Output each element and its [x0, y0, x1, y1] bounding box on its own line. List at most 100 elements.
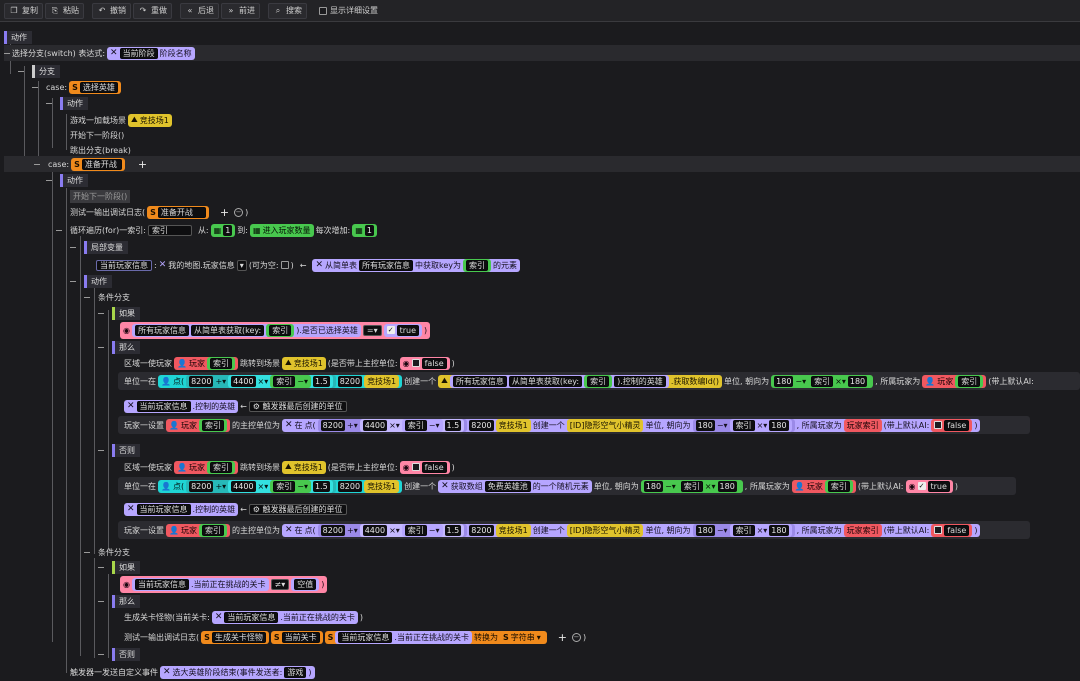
- send-event-row[interactable]: 触发器一发送自定义事件 ✕ 选大英雄阶段结束(事件发送者: 游戏): [70, 664, 315, 680]
- add-case-icon[interactable]: +: [135, 158, 150, 171]
- mul-expr[interactable]: 4400 ×▾ 索引 −▾ 1.5: [359, 523, 465, 537]
- last-created-unit[interactable]: ⚙ 触发器最后创建的单位: [248, 503, 347, 515]
- collapse-icon[interactable]: [98, 312, 104, 314]
- owner-pill[interactable]: 玩家索引: [843, 418, 882, 432]
- hero-type-pill[interactable]: ⛰ 所有玩家信息 从简单表获取(key: 索引).控制的英雄 .获取数编Id(): [438, 374, 723, 388]
- local-var-row[interactable]: 当前玩家信息 : ✕ 我的地图.玩家信息 ▾ (可为空: ) ← ✕ 从简单表 …: [96, 257, 521, 273]
- locals-row[interactable]: 局部变量: [70, 239, 128, 255]
- else2-row[interactable]: 否则: [98, 646, 140, 662]
- type-dropdown[interactable]: ▾: [236, 259, 247, 271]
- facing-pill[interactable]: 180 −▾ 索引 ×▾ 180: [692, 418, 795, 432]
- owner-pill[interactable]: 玩家索引: [843, 523, 882, 537]
- create-unit-content[interactable]: 单位一在 👤 点( 8200 +▾ 4400 ×▾ 索引 −▾ 1.5 8200 竞技场1…: [124, 373, 1034, 389]
- idx-mul[interactable]: 索引 ×▾ 180: [729, 418, 792, 432]
- else-teleport-row[interactable]: 区域一使玩家 👤 玩家 索引 跳转到场景 ⛰ 竞技场1 (是否带上主控单位: ◉ fal…: [124, 459, 455, 475]
- remove-arg-icon[interactable]: −: [234, 207, 244, 217]
- null-pill[interactable]: 空值: [291, 577, 320, 591]
- last-created-unit[interactable]: ⚙ 触发器最后创建的单位: [248, 400, 347, 412]
- switch-row[interactable]: 选择分支(switch) 表达式: ✕ 当前阶段 阶段名称: [4, 45, 1080, 61]
- x-expr[interactable]: 8200 +▾ 4400 ×▾ 索引 −▾ 1.5: [186, 479, 336, 493]
- index-pill[interactable]: 索引: [955, 374, 984, 388]
- index-pill[interactable]: 索引: [584, 374, 613, 388]
- scene-pill[interactable]: ⛰ 竞技场1: [128, 113, 172, 127]
- if2-row[interactable]: 如果: [98, 559, 140, 575]
- facing-pill[interactable]: 180 −▾ 索引 ×▾ 180: [771, 374, 874, 388]
- if-branch-2-row[interactable]: 条件分支: [84, 544, 130, 560]
- bool-pill[interactable]: false: [931, 418, 973, 432]
- player-pill[interactable]: 👤 玩家 索引: [166, 418, 230, 432]
- choose-check-pill[interactable]: 所有玩家信息 从简单表获取(key: 索引 ).是否已选择英雄: [131, 323, 361, 337]
- local-var-name[interactable]: 当前玩家信息: [96, 259, 152, 271]
- cur-level-pill[interactable]: 当前玩家信息 .当前正在挑战的关卡: [131, 577, 269, 591]
- collapse-icon[interactable]: [70, 280, 76, 282]
- x-expr[interactable]: 8200 +▾ 4400 ×▾ 索引 −▾ 1.5: [186, 374, 336, 388]
- true-checkbox[interactable]: ✓: [386, 326, 395, 334]
- idx-mul[interactable]: 索引 ×▾ 180: [729, 523, 792, 537]
- mul-expr[interactable]: 4400 ×▾ 索引 −▾ 1.5: [228, 374, 333, 388]
- bool-pill[interactable]: ◉ ✓ true: [905, 479, 953, 493]
- copy-button[interactable]: ❐ 复制: [4, 2, 43, 19]
- index-pill[interactable]: 索引: [206, 460, 235, 474]
- sprite-pill[interactable]: [ID]隐形空气小精灵: [566, 523, 644, 537]
- bool-const-pill[interactable]: ✓ true: [383, 323, 423, 337]
- idx-sub[interactable]: 索引 −▾: [401, 523, 443, 537]
- bool-pill[interactable]: false: [931, 523, 973, 537]
- facing-pill[interactable]: 180 −▾ 索引 ×▾ 180: [640, 479, 743, 493]
- next-stage-disabled[interactable]: 开始下一阶段(): [70, 188, 131, 204]
- bool-pill[interactable]: ◉ false: [399, 356, 450, 370]
- log-2-row[interactable]: 测试一输出调试日志( S 生成关卡怪物 S 当前关卡 S 当前玩家信息 .当前正在挑战…: [124, 628, 586, 646]
- random-hero-pill[interactable]: ✕ 获取数组 免费英雄池 的一个随机元素: [438, 479, 592, 493]
- if-row[interactable]: 如果: [98, 305, 140, 321]
- false-checkbox[interactable]: [411, 463, 420, 471]
- cur-stage-pill[interactable]: ✕ 当前阶段 阶段名称: [107, 46, 195, 60]
- scene-pill[interactable]: 竞技场1: [495, 523, 531, 537]
- hero-var-pill[interactable]: ✕ 当前玩家信息 .控制的英雄: [124, 502, 239, 516]
- index-pill[interactable]: 索引: [463, 258, 492, 272]
- load-scene-row[interactable]: 游戏一加载场景 ⛰ 竞技场1: [70, 112, 172, 128]
- log-row[interactable]: 测试一输出调试日志( S 准备开战 + − ): [70, 204, 248, 220]
- mul-expr[interactable]: 4400 ×▾ 索引 −▾ 1.5: [228, 479, 333, 493]
- else-set-main-unit-content[interactable]: 玩家一设置 👤 玩家 索引 的主控单位为 ✕ 在 点( 8200 +▾ 4400 ×▾ 索引…: [124, 522, 981, 538]
- player-pill[interactable]: 👤 玩家 索引: [166, 523, 230, 537]
- search-button[interactable]: ⌕ 搜索: [268, 2, 307, 19]
- false-checkbox[interactable]: [411, 359, 420, 367]
- else-create-unit-content[interactable]: 单位一在 👤 点( 8200 +▾ 4400 ×▾ 索引 −▾ 1.5 8200 竞技场1 …: [124, 478, 958, 494]
- case1-actions[interactable]: 动作: [46, 95, 88, 111]
- get-element-pill[interactable]: ✕ 从简单表 所有玩家信息 中获取key为 索引 的元素: [312, 258, 521, 272]
- facing-pill[interactable]: 180 −▾ 索引 ×▾ 180: [692, 523, 795, 537]
- cur-level-pill[interactable]: 当前玩家信息 .当前正在挑战的关卡: [335, 630, 472, 644]
- hero-var-pill[interactable]: ✕ 当前玩家信息 .控制的英雄: [124, 399, 239, 413]
- collapse-icon[interactable]: [18, 70, 24, 72]
- scene-pill[interactable]: ⛰ 竞技场1: [281, 356, 326, 370]
- else-row[interactable]: 否则: [98, 442, 140, 458]
- idx-mul[interactable]: 索引 ×▾ 180: [677, 479, 740, 493]
- collapse-icon[interactable]: [98, 600, 104, 602]
- forward-button[interactable]: » 前进: [221, 2, 260, 19]
- scene-pill[interactable]: 竞技场1: [495, 418, 531, 432]
- index-pill[interactable]: 索引: [824, 479, 853, 493]
- bool-compare-pill[interactable]: ◉ 所有玩家信息 从简单表获取(key: 索引 ).是否已选择英雄 = ▾ ✓ tr…: [120, 321, 431, 339]
- loop-actions[interactable]: 动作: [70, 273, 112, 289]
- x-expr[interactable]: 8200 +▾ 4400 ×▾ 索引 −▾ 1.5: [317, 418, 468, 432]
- event-pill[interactable]: ✕ 选大英雄阶段结束(事件发送者: 游戏): [160, 665, 315, 679]
- condition-2-row[interactable]: ◉ 当前玩家信息 .当前正在挑战的关卡 ≠ ▾ 空值 ): [120, 575, 328, 593]
- collapse-icon[interactable]: [32, 86, 38, 88]
- string-pill[interactable]: S 准备开战: [71, 157, 125, 171]
- idx-sub[interactable]: 索引 −▾: [401, 418, 443, 432]
- idx-sub[interactable]: 索引 −▾: [270, 374, 311, 388]
- collapse-icon[interactable]: [4, 52, 10, 54]
- collapse-icon[interactable]: [70, 246, 76, 248]
- branches-row[interactable]: 分支: [18, 63, 60, 79]
- root-actions[interactable]: 动作: [4, 29, 32, 45]
- collapse-icon[interactable]: [98, 346, 104, 348]
- remove-arg-icon[interactable]: −: [571, 632, 581, 642]
- undo-button[interactable]: ↶ 撤销: [92, 2, 131, 19]
- then-row[interactable]: 那么: [98, 339, 140, 355]
- scene-pill[interactable]: ⛰ 竞技场1: [281, 460, 326, 474]
- add-arg-icon[interactable]: +: [217, 206, 232, 219]
- unit-create-pill[interactable]: ✕ 在 点( 8200 +▾ 4400 ×▾ 索引 −▾ 1.5 8200 竞技场1 创建一…: [281, 523, 981, 537]
- collapse-icon[interactable]: [34, 163, 40, 165]
- player-pill[interactable]: 👤 玩家 索引: [174, 356, 238, 370]
- false-checkbox[interactable]: [934, 526, 943, 534]
- collapse-icon[interactable]: [98, 653, 104, 655]
